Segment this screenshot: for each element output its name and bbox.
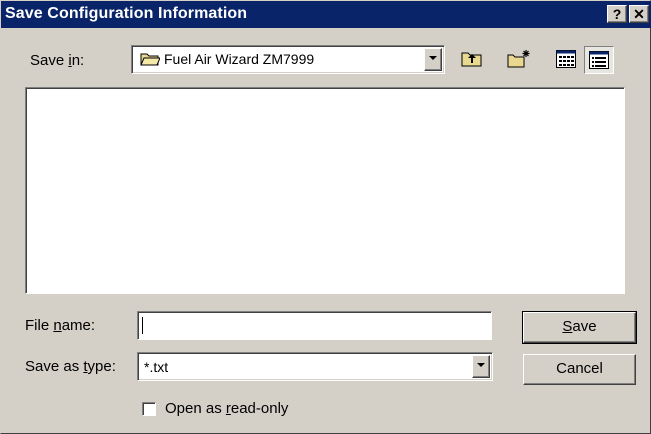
save-button[interactable]: Save [522, 311, 637, 344]
file-name-label: File name: [25, 317, 96, 334]
file-name-input[interactable] [137, 311, 492, 340]
help-button[interactable]: ? [607, 5, 627, 23]
close-button[interactable]: ✕ [629, 5, 649, 23]
new-folder-icon [507, 49, 531, 73]
file-list-view[interactable] [25, 87, 625, 294]
details-view-icon [589, 51, 609, 73]
dialog-title: Save Configuration Information [5, 5, 248, 22]
title-bar[interactable]: Save Configuration Information ? ✕ [1, 1, 651, 28]
save-in-label: Save in: [30, 52, 85, 69]
save-in-dropdown-button[interactable] [424, 48, 442, 71]
text-caret [142, 317, 143, 334]
read-only-label[interactable]: Open as read-only [165, 400, 288, 417]
save-as-type-label: Save as type: [25, 358, 116, 375]
save-as-type-value: *.txt [144, 359, 169, 375]
folder-icon [140, 51, 161, 71]
list-view-icon [556, 50, 576, 72]
save-in-dropdown[interactable]: Fuel Air Wizard ZM7999 [131, 45, 445, 74]
save-in-value: Fuel Air Wizard ZM7999 [164, 51, 315, 67]
save-as-type-dropdown[interactable]: *.txt [137, 352, 493, 381]
up-folder-icon [461, 50, 483, 72]
cancel-button[interactable]: Cancel [523, 354, 636, 385]
save-as-type-dropdown-button[interactable] [472, 355, 490, 378]
help-icon: ? [612, 6, 622, 22]
read-only-checkbox[interactable] [142, 402, 156, 416]
list-view-button[interactable] [552, 46, 582, 74]
save-dialog: Save Configuration Information ? ✕ Save … [0, 0, 651, 434]
details-view-button[interactable] [584, 46, 614, 74]
close-icon: ✕ [633, 6, 645, 22]
create-new-folder-button[interactable] [503, 45, 533, 73]
up-one-level-button[interactable] [457, 45, 487, 73]
